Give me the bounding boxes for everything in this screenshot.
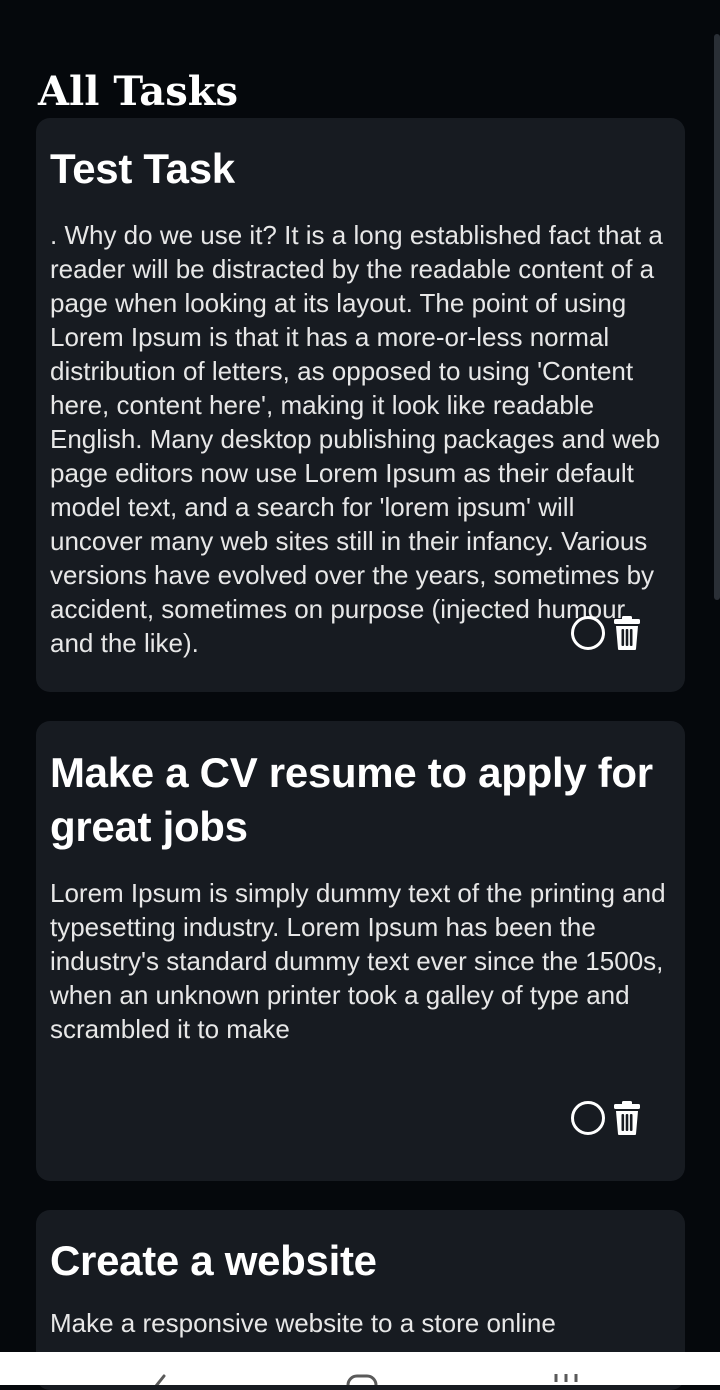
- trash-icon[interactable]: [613, 1100, 641, 1136]
- page-title: All Tasks: [38, 68, 238, 115]
- task-card[interactable]: Make a CV resume to apply for great jobs…: [36, 721, 685, 1181]
- task-actions: [571, 615, 641, 651]
- scrollbar[interactable]: [714, 34, 720, 600]
- task-description: Make a responsive website to a store onl…: [50, 1308, 556, 1338]
- task-actions: [571, 1100, 641, 1136]
- home-icon[interactable]: [342, 1372, 382, 1385]
- task-title: Make a CV resume to apply for great jobs: [50, 749, 653, 850]
- task-description: . Why do we use it? It is a long establi…: [50, 220, 663, 658]
- chevron-left-icon[interactable]: [140, 1372, 180, 1385]
- task-title: Create a website: [50, 1237, 377, 1284]
- complete-toggle-icon[interactable]: [571, 616, 605, 650]
- trash-icon[interactable]: [613, 615, 641, 651]
- task-description: Lorem Ipsum is simply dummy text of the …: [50, 878, 666, 1044]
- system-navigation-bar: [0, 1352, 720, 1385]
- task-card[interactable]: Test Task . Why do we use it? It is a lo…: [36, 118, 685, 692]
- complete-toggle-icon[interactable]: [571, 1101, 605, 1135]
- recents-icon[interactable]: [546, 1372, 586, 1385]
- task-title: Test Task: [50, 145, 235, 192]
